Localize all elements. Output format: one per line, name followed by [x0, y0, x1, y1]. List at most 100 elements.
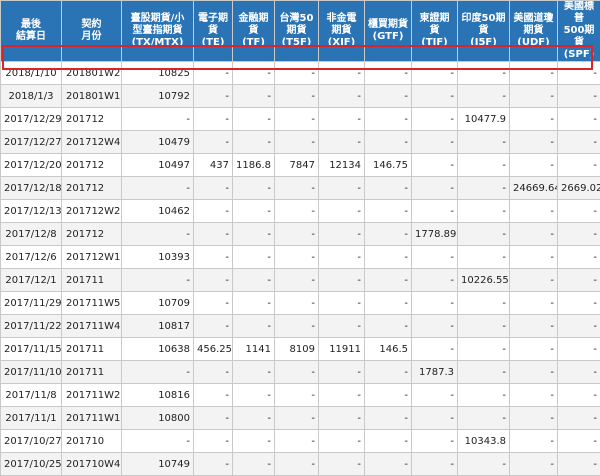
- cell-tjf: 1778.89: [412, 223, 458, 246]
- cell-gtf: 146.75: [365, 154, 412, 177]
- header-gtf: 櫃買期貨 (GTF): [365, 1, 412, 62]
- cell-t5f: -: [275, 131, 319, 154]
- cell-gtf: -: [365, 108, 412, 131]
- cell-spf: -: [558, 85, 600, 108]
- cell-xif: -: [319, 131, 365, 154]
- cell-contract-month: 201711: [62, 361, 122, 384]
- cell-i5f: -: [458, 223, 510, 246]
- cell-gtf: -: [365, 292, 412, 315]
- cell-settle-date: 2017/12/1: [1, 269, 62, 292]
- cell-i5f: -: [458, 62, 510, 85]
- cell-tx: 10479: [122, 131, 194, 154]
- cell-gtf: -: [365, 85, 412, 108]
- cell-i5f: -: [458, 407, 510, 430]
- cell-tf: 1186.8: [233, 154, 275, 177]
- cell-t5f: -: [275, 269, 319, 292]
- cell-i5f: -: [458, 177, 510, 200]
- cell-spf: -: [558, 292, 600, 315]
- cell-settle-date: 2018/1/3: [1, 85, 62, 108]
- cell-te: -: [194, 453, 233, 476]
- cell-tf: -: [233, 361, 275, 384]
- cell-settle-date: 2017/11/10: [1, 361, 62, 384]
- cell-tjf: -: [412, 62, 458, 85]
- cell-tf: -: [233, 177, 275, 200]
- cell-settle-date: 2018/1/10: [1, 62, 62, 85]
- cell-settle-date: 2017/12/8: [1, 223, 62, 246]
- cell-t5f: -: [275, 200, 319, 223]
- cell-tjf: -: [412, 108, 458, 131]
- cell-spf: -: [558, 62, 600, 85]
- table-row: 2018/1/10201801W210825---------: [1, 62, 600, 85]
- cell-settle-date: 2017/12/6: [1, 246, 62, 269]
- cell-t5f: -: [275, 384, 319, 407]
- cell-gtf: -: [365, 269, 412, 292]
- cell-te: -: [194, 269, 233, 292]
- cell-tf: -: [233, 407, 275, 430]
- cell-tjf: -: [412, 384, 458, 407]
- cell-contract-month: 201710W4: [62, 453, 122, 476]
- cell-xif: -: [319, 223, 365, 246]
- cell-gtf: -: [365, 177, 412, 200]
- cell-i5f: -: [458, 154, 510, 177]
- cell-tx: -: [122, 223, 194, 246]
- cell-udf: -: [510, 223, 558, 246]
- cell-xif: -: [319, 430, 365, 453]
- cell-udf: -: [510, 108, 558, 131]
- header-te: 電子期 貨 (TE): [194, 1, 233, 62]
- cell-contract-month: 201712: [62, 108, 122, 131]
- cell-spf: -: [558, 384, 600, 407]
- cell-spf: -: [558, 430, 600, 453]
- cell-settle-date: 2017/10/25: [1, 453, 62, 476]
- cell-i5f: -: [458, 292, 510, 315]
- cell-t5f: -: [275, 85, 319, 108]
- header-tf: 金融期 貨 (TF): [233, 1, 275, 62]
- table-body: 2018/1/10201801W210825---------2018/1/32…: [1, 62, 600, 476]
- cell-tx: 10638: [122, 338, 194, 361]
- cell-te: -: [194, 407, 233, 430]
- cell-tf: -: [233, 223, 275, 246]
- cell-xif: -: [319, 108, 365, 131]
- cell-spf: -: [558, 246, 600, 269]
- cell-i5f: 10477.9: [458, 108, 510, 131]
- cell-contract-month: 201711W2: [62, 384, 122, 407]
- cell-tx: 10816: [122, 384, 194, 407]
- cell-tx: 10709: [122, 292, 194, 315]
- cell-tjf: -: [412, 85, 458, 108]
- table-row: 2017/10/27201710-------10343.8--: [1, 430, 600, 453]
- cell-udf: -: [510, 338, 558, 361]
- cell-udf: -: [510, 407, 558, 430]
- table-row: 2017/12/6201712W110393---------: [1, 246, 600, 269]
- cell-gtf: -: [365, 223, 412, 246]
- table-row: 2017/12/8201712------1778.89---: [1, 223, 600, 246]
- cell-te: 456.25: [194, 338, 233, 361]
- cell-tf: -: [233, 85, 275, 108]
- cell-t5f: 8109: [275, 338, 319, 361]
- cell-udf: -: [510, 453, 558, 476]
- cell-contract-month: 201710: [62, 430, 122, 453]
- cell-tx: 10800: [122, 407, 194, 430]
- cell-gtf: -: [365, 384, 412, 407]
- table-row: 2018/1/3201801W110792---------: [1, 85, 600, 108]
- cell-contract-month: 201712: [62, 154, 122, 177]
- cell-i5f: 10343.8: [458, 430, 510, 453]
- cell-settle-date: 2017/11/29: [1, 292, 62, 315]
- cell-udf: -: [510, 384, 558, 407]
- table-row: 2017/11/22201711W410817---------: [1, 315, 600, 338]
- cell-tf: -: [233, 200, 275, 223]
- cell-i5f: -: [458, 338, 510, 361]
- cell-tjf: -: [412, 269, 458, 292]
- cell-xif: -: [319, 246, 365, 269]
- cell-settle-date: 2017/11/1: [1, 407, 62, 430]
- cell-contract-month: 201712: [62, 177, 122, 200]
- cell-xif: 12134: [319, 154, 365, 177]
- header-spf: 美國標普 500期貨 (SPF): [558, 1, 600, 62]
- cell-udf: -: [510, 200, 558, 223]
- table-row: 2017/11/1201711W110800---------: [1, 407, 600, 430]
- cell-i5f: 10226.55: [458, 269, 510, 292]
- cell-contract-month: 201711: [62, 269, 122, 292]
- cell-te: -: [194, 292, 233, 315]
- cell-xif: -: [319, 453, 365, 476]
- header-contract-month: 契約 月份: [62, 1, 122, 62]
- cell-settle-date: 2017/11/15: [1, 338, 62, 361]
- cell-spf: -: [558, 361, 600, 384]
